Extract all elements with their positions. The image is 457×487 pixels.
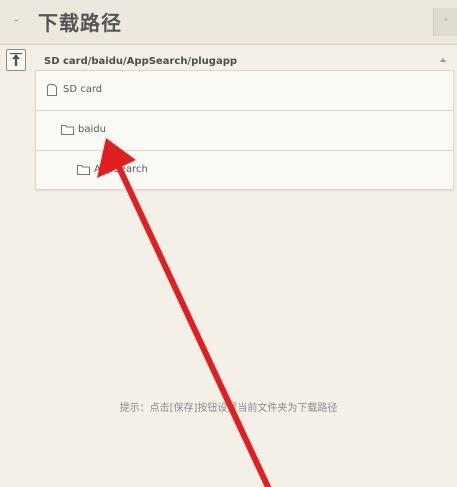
download-path-screen: - 下载路径 · SD card/baidu/AppSearch/plugapp… xyxy=(0,0,457,487)
red-arrow-pointer xyxy=(97,138,271,487)
